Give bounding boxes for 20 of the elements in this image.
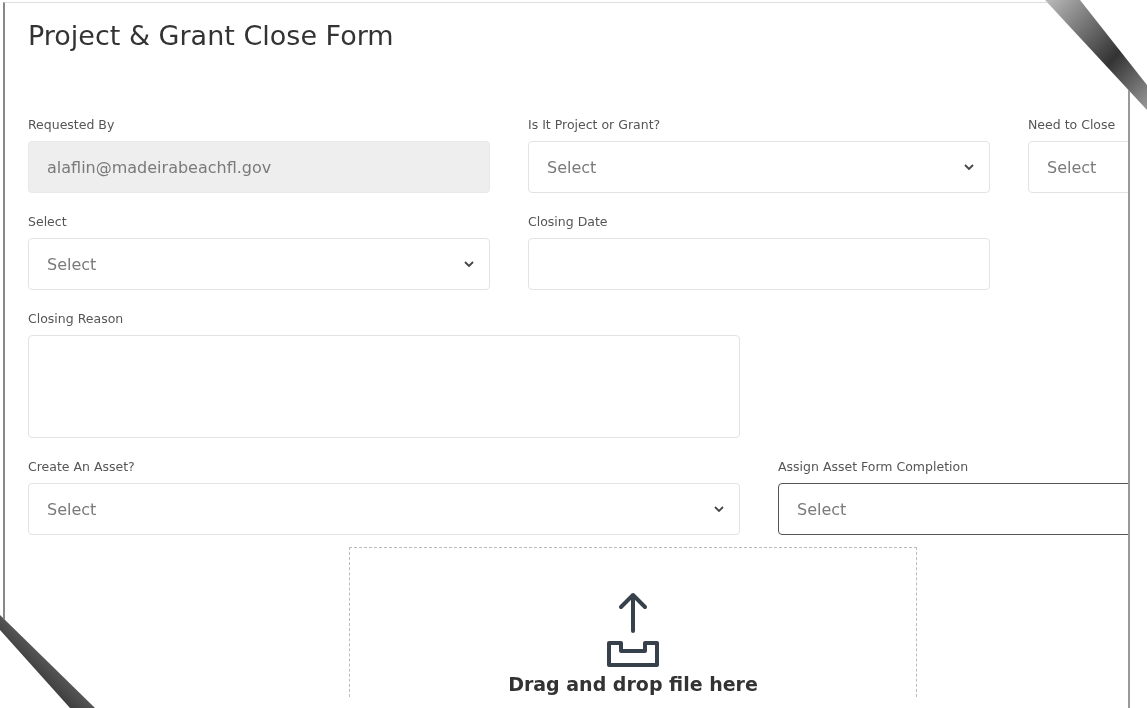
chevron-icon (963, 161, 975, 173)
field-label: Select (28, 213, 68, 231)
text-area[interactable] (28, 335, 740, 438)
dropzone-text: Drag and drop file here (508, 673, 758, 695)
field-label: Need to Close (1028, 116, 1117, 134)
field-label: Requested By (28, 116, 116, 134)
field-label: Closing Reason (28, 310, 125, 328)
select-field[interactable]: Select (528, 141, 990, 193)
text-field[interactable] (528, 238, 990, 290)
select-field[interactable]: Select (28, 238, 490, 290)
field-label: Is It Project or Grant? (528, 116, 662, 134)
form-title: Project & Grant Close Form (28, 19, 394, 53)
field-label: Create An Asset? (28, 458, 136, 476)
select-field[interactable]: Select (778, 483, 1128, 535)
field-label: Closing Date (528, 213, 609, 231)
select-field[interactable]: Select (28, 483, 740, 535)
chevron-icon (713, 503, 725, 515)
chevron-icon (463, 258, 475, 270)
field-label: Assign Asset Form Completion (778, 458, 970, 476)
select-field[interactable]: Select (1028, 141, 1128, 193)
